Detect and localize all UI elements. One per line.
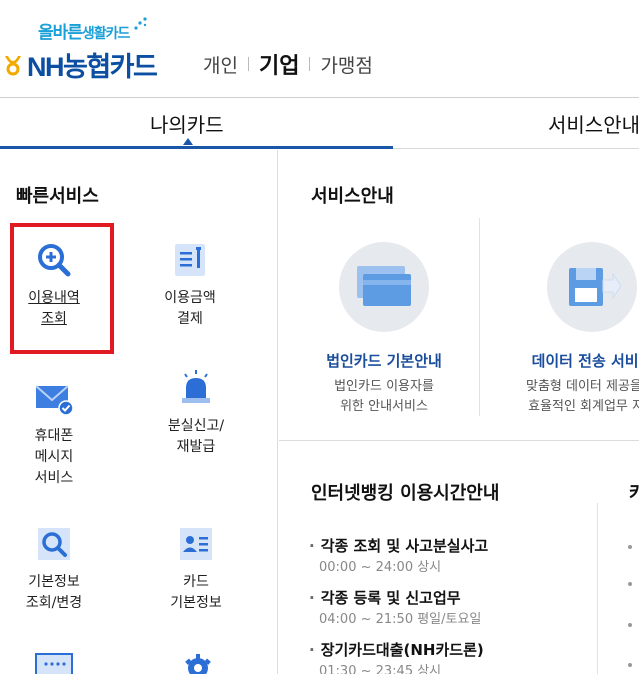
quick-item-label: 이용내역	[28, 290, 80, 306]
slogan-sub: 생활카드	[81, 26, 131, 42]
banking-item-head: 각종 조회 및 사고분실사고	[309, 535, 488, 556]
nh-card-logo[interactable]: NH농협카드	[2, 44, 158, 84]
service-icon-circle	[547, 242, 637, 332]
mail-icon	[35, 385, 74, 416]
bullet-dot	[628, 663, 632, 667]
divider	[597, 503, 598, 674]
banking-hours-section: 인터넷뱅킹 이용시간안내 카 각종 조회 및 사고분실사고 00:00 ~ 24…	[279, 441, 639, 674]
service-card-desc: 법인카드 이용자를 위한 안내서비스	[289, 377, 479, 417]
service-card-name: 법인카드 기본안내	[326, 352, 442, 370]
quick-basic-info-change[interactable]: 기본정보 조회/변경	[4, 524, 104, 614]
quick-lost-report[interactable]: 분실신고/ 재발급	[146, 368, 246, 458]
gear-icon[interactable]	[180, 650, 216, 674]
bill-icon	[175, 244, 205, 276]
quick-item-label: 재발급	[176, 439, 216, 455]
banking-item-time: 01:30 ~ 23:45 상시	[319, 664, 442, 674]
quick-item-label: 이용금액	[164, 290, 216, 306]
quick-item-label: 휴대폰	[34, 428, 74, 444]
banking-item-head: 각종 등록 및 신고업무	[309, 587, 481, 608]
service-card-desc-line: 효율적인 회계업무 지원	[528, 399, 639, 414]
service-card-desc-line: 법인카드 이용자를	[334, 379, 434, 394]
search-plus-icon	[38, 244, 71, 277]
nav-corporate[interactable]: 기업	[259, 48, 299, 80]
service-icon-circle	[339, 242, 429, 332]
quick-item-label: 분실신고/	[167, 418, 225, 434]
quick-item-label: 결제	[177, 311, 203, 327]
quick-service-title: 빠른서비스	[16, 186, 99, 207]
banking-item-time: 04:00 ~ 21:50 평일/토요일	[319, 612, 482, 627]
nh-logo-icon	[5, 56, 21, 76]
tab-service-info[interactable]: 서비스안내	[548, 109, 639, 138]
quick-item-label: 메시지	[34, 449, 74, 465]
banking-item-head: 장기카드대출(NH카드론)	[309, 639, 484, 660]
quick-item-label: 조회	[41, 311, 67, 327]
quick-item-label: 기본정보	[28, 574, 80, 590]
banking-item-time: 00:00 ~ 24:00 상시	[319, 560, 442, 575]
floppy-transfer-icon	[569, 268, 621, 306]
slogan-main: 올바른	[38, 23, 83, 43]
quick-card-basic-info[interactable]: 카드 기본정보	[146, 524, 246, 614]
banking-hours-item: 장기카드대출(NH카드론) 01:30 ~ 23:45 상시	[309, 639, 484, 674]
quick-item-label: 서비스	[34, 470, 74, 486]
quick-usage-history[interactable]: 이용내역 조회	[4, 240, 104, 330]
main-tabbar: 나의카드 서비스안내	[0, 99, 639, 149]
service-card-desc: 맞춤형 데이터 제공을 통 효율적인 회계업무 지원	[497, 377, 639, 417]
active-tab-underline	[0, 146, 393, 149]
search-doc-icon	[38, 528, 70, 560]
siren-icon	[182, 370, 210, 403]
service-info-section: 서비스안내 법인카드 기본안내 법인카드 이용자를 위한 안내서비스 데이터 전…	[279, 150, 639, 440]
nav-merchant[interactable]: 가맹점	[320, 51, 372, 78]
cards-icon	[357, 266, 411, 306]
service-card-data-transfer[interactable]: 데이터 전송 서비스 맞춤형 데이터 제공을 통 효율적인 회계업무 지원	[497, 242, 639, 417]
nav-personal[interactable]: 개인	[203, 51, 238, 78]
slogan: 올바른생활카드	[38, 18, 131, 43]
secondary-section-title: 카	[629, 483, 639, 504]
keypad-icon[interactable]	[34, 650, 74, 674]
banking-hours-item: 각종 조회 및 사고분실사고 00:00 ~ 24:00 상시	[309, 535, 488, 575]
site-header: 올바른생활카드 NH농협카드 개인 기업 가맹점	[0, 0, 639, 98]
nav-divider	[247, 57, 249, 71]
banking-hours-title: 인터넷뱅킹 이용시간안내	[311, 483, 500, 504]
service-card-desc-line: 위한 안내서비스	[340, 399, 428, 414]
service-card-corporate[interactable]: 법인카드 기본안내 법인카드 이용자를 위한 안내서비스	[289, 242, 479, 417]
logo-text: NH농협카드	[27, 51, 158, 82]
bullet-dot	[628, 545, 632, 549]
active-tab-caret	[183, 138, 193, 145]
quick-item-label: 카드	[183, 574, 209, 590]
nav-divider	[309, 57, 311, 71]
top-nav: 개인 기업 가맹점	[203, 48, 373, 80]
sparkle-icon	[134, 17, 147, 30]
service-card-desc-line: 맞춤형 데이터 제공을 통	[526, 379, 639, 394]
id-card-icon	[180, 528, 212, 560]
quick-service-panel: 빠른서비스 이용내역 조회 이용금액 결제 휴대폰 메시지 서비스 분실신고/ …	[0, 150, 278, 674]
quick-item-label: 기본정보	[170, 595, 222, 611]
banking-hours-item: 각종 등록 및 신고업무 04:00 ~ 21:50 평일/토요일	[309, 587, 481, 627]
bullet-dot	[628, 582, 632, 586]
divider	[479, 218, 480, 416]
bullet-dot	[628, 623, 632, 627]
tab-my-card[interactable]: 나의카드	[150, 109, 224, 138]
quick-payment[interactable]: 이용금액 결제	[140, 240, 240, 330]
service-card-name: 데이터 전송 서비스	[531, 352, 639, 370]
service-info-title: 서비스안내	[311, 186, 394, 207]
quick-item-label: 조회/변경	[25, 595, 83, 611]
quick-sms-service[interactable]: 휴대폰 메시지 서비스	[4, 378, 104, 489]
